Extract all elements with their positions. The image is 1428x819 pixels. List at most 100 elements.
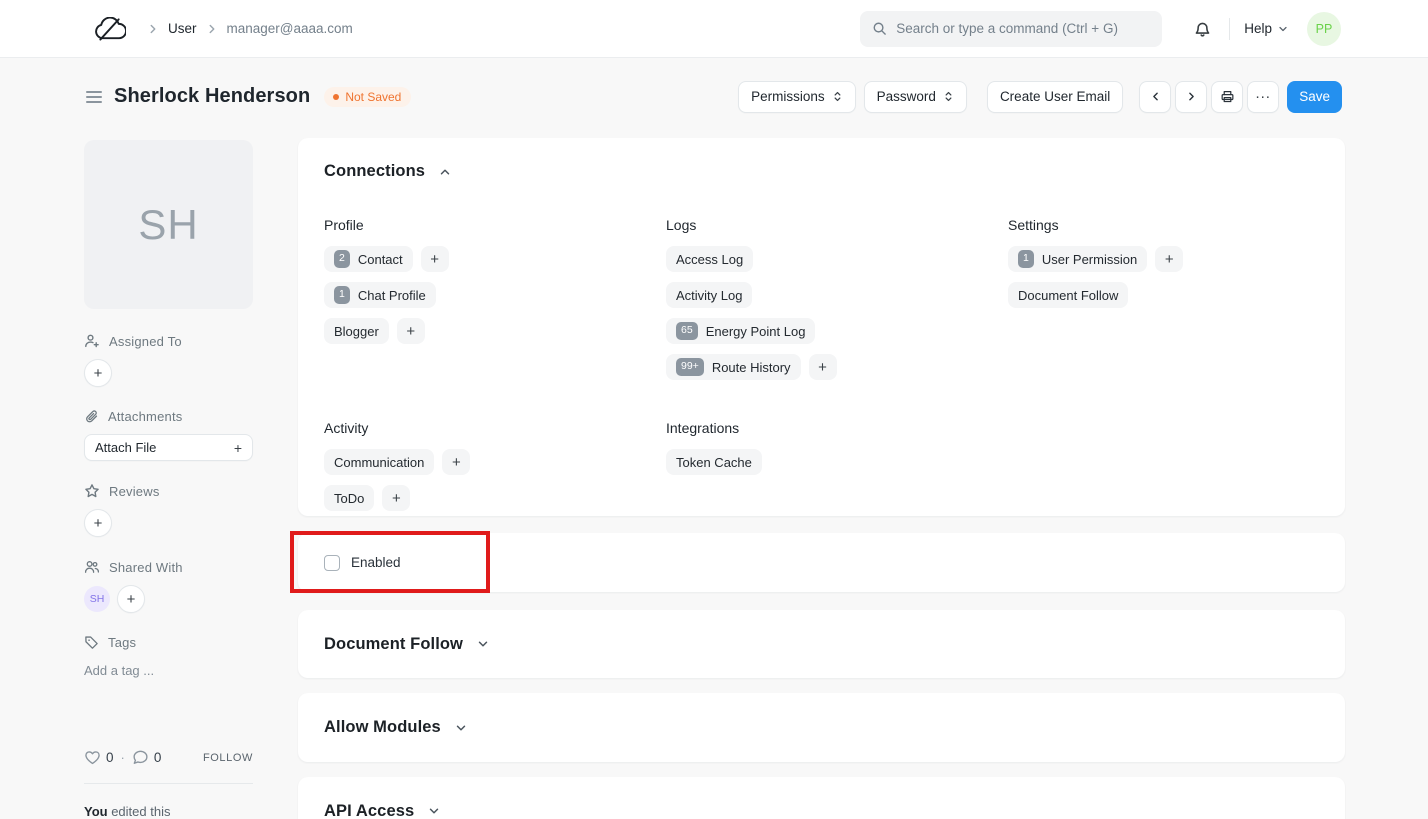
app-logo-icon[interactable] bbox=[93, 17, 126, 41]
breadcrumb-user-link[interactable]: User bbox=[168, 21, 197, 36]
global-search[interactable] bbox=[860, 11, 1162, 47]
create-user-email-button[interactable]: Create User Email bbox=[987, 81, 1123, 113]
document-link-label: User Permission bbox=[1042, 252, 1137, 267]
enabled-checkbox-label[interactable]: Enabled bbox=[351, 555, 401, 570]
document-link-label: Route History bbox=[712, 360, 791, 375]
document-link-user-permission[interactable]: 1 User Permission bbox=[1008, 246, 1147, 272]
select-chevrons-icon bbox=[832, 90, 843, 103]
document-link-row: 1Chat Profile bbox=[324, 282, 666, 308]
group-title: Profile bbox=[324, 217, 666, 233]
document-link-row: Blogger + bbox=[324, 318, 666, 344]
document-link-label: Communication bbox=[334, 455, 424, 470]
chevron-left-icon bbox=[1149, 90, 1162, 103]
document-link-blogger[interactable]: Blogger bbox=[324, 318, 389, 344]
add-communication-button[interactable]: + bbox=[442, 449, 470, 475]
document-link-label: Token Cache bbox=[676, 455, 752, 470]
document-link-energy-point-log[interactable]: 65Energy Point Log bbox=[666, 318, 815, 344]
document-link-token-cache[interactable]: Token Cache bbox=[666, 449, 762, 475]
last-edited-info: You edited this 2 months ago bbox=[84, 803, 253, 819]
add-user-permission-button[interactable]: + bbox=[1155, 246, 1183, 272]
add-tag-input[interactable] bbox=[84, 663, 234, 678]
help-label: Help bbox=[1244, 21, 1272, 36]
like-heart-button[interactable] bbox=[84, 749, 101, 766]
document-link-document-follow[interactable]: Document Follow bbox=[1008, 282, 1128, 308]
count-badge: 65 bbox=[676, 322, 698, 339]
chevron-down-icon bbox=[454, 721, 468, 735]
sidebar-divider bbox=[84, 783, 253, 784]
document-link-todo[interactable]: ToDo bbox=[324, 485, 374, 511]
shared-user-avatar[interactable]: SH bbox=[84, 586, 110, 612]
count-badge: 1 bbox=[334, 286, 350, 303]
document-link-access-log[interactable]: Access Log bbox=[666, 246, 753, 272]
comments-button[interactable] bbox=[132, 749, 149, 766]
connections-group-logs: Logs Access Log Activity Log 65Energy Point… bbox=[666, 217, 1008, 390]
document-link-row: 99+Route History + bbox=[666, 354, 1008, 380]
breadcrumb-chevron-icon bbox=[146, 22, 160, 36]
collapse-section-button[interactable] bbox=[436, 163, 454, 181]
document-link-row: ToDo + bbox=[324, 485, 666, 511]
connections-group-settings: Settings1User Permission+Document Follow bbox=[1008, 217, 1319, 390]
expand-section-button[interactable] bbox=[452, 719, 470, 737]
document-link-route-history[interactable]: 99+Route History bbox=[666, 354, 801, 380]
follow-button[interactable]: FOLLOW bbox=[203, 752, 253, 764]
add-blogger-button[interactable]: + bbox=[397, 318, 425, 344]
print-button[interactable] bbox=[1211, 81, 1243, 113]
document-link-label: Contact bbox=[358, 252, 403, 267]
document-link-contact[interactable]: 2Contact bbox=[324, 246, 413, 272]
password-button[interactable]: Password bbox=[864, 81, 967, 113]
add-route-history-button[interactable]: + bbox=[809, 354, 837, 380]
expand-section-button[interactable] bbox=[425, 802, 443, 819]
connections-section: Connections Profile 2Contact +1Chat Profil… bbox=[298, 138, 1345, 516]
search-icon bbox=[872, 21, 887, 36]
chevron-up-icon bbox=[438, 165, 452, 179]
status-dot-icon bbox=[333, 94, 339, 100]
connections-group-activity: ActivityCommunication+ToDo+ bbox=[324, 420, 666, 521]
add-assignment-button[interactable]: + bbox=[84, 359, 112, 387]
top-navbar: User manager@aaaa.com Help PP bbox=[0, 0, 1428, 58]
paperclip-icon bbox=[84, 409, 99, 424]
permissions-button[interactable]: Permissions bbox=[738, 81, 856, 113]
add-share-button[interactable]: + bbox=[117, 585, 145, 613]
attach-file-button[interactable]: Attach File + bbox=[84, 434, 253, 461]
user-image-placeholder[interactable]: SH bbox=[84, 140, 253, 309]
expand-section-button[interactable] bbox=[474, 635, 492, 653]
ellipsis-menu-button[interactable]: ... bbox=[1247, 81, 1279, 113]
add-contact-button[interactable]: + bbox=[421, 246, 449, 272]
document-link-row: Access Log bbox=[666, 246, 1008, 272]
document-link-label: Document Follow bbox=[1018, 288, 1118, 303]
document-link-communication[interactable]: Communication bbox=[324, 449, 434, 475]
plus-icon: + bbox=[234, 440, 242, 456]
user-avatar[interactable]: PP bbox=[1307, 12, 1341, 46]
connections-group-profile: Profile 2Contact +1Chat Profile Blogger + bbox=[324, 217, 666, 390]
document-link-row: Token Cache bbox=[666, 449, 1008, 475]
ellipsis-icon: ... bbox=[1255, 86, 1271, 107]
star-icon bbox=[84, 483, 100, 499]
next-document-button[interactable] bbox=[1175, 81, 1207, 113]
breadcrumb-document-link[interactable]: manager@aaaa.com bbox=[227, 21, 353, 36]
connections-section-title: Connections bbox=[324, 162, 425, 181]
save-button[interactable]: Save bbox=[1287, 81, 1342, 113]
page-title: Sherlock Henderson bbox=[114, 85, 310, 108]
search-input[interactable] bbox=[896, 21, 1150, 36]
assign-user-icon bbox=[84, 333, 100, 349]
document-link-row: 65Energy Point Log bbox=[666, 318, 1008, 344]
likes-count: 0 bbox=[106, 750, 114, 765]
enabled-checkbox[interactable] bbox=[324, 555, 340, 571]
notifications-bell-button[interactable] bbox=[1188, 14, 1217, 43]
count-badge: 1 bbox=[1018, 250, 1034, 267]
document-link-row: 2Contact + bbox=[324, 246, 666, 272]
previous-document-button[interactable] bbox=[1139, 81, 1171, 113]
chevron-down-icon bbox=[427, 804, 441, 818]
document-link-chat-profile[interactable]: 1Chat Profile bbox=[324, 282, 436, 308]
tags-section-label: Tags bbox=[84, 635, 253, 650]
group-title: Logs bbox=[666, 217, 1008, 233]
breadcrumb-chevron-icon bbox=[205, 22, 219, 36]
printer-icon bbox=[1220, 89, 1235, 104]
add-review-button[interactable]: + bbox=[84, 509, 112, 537]
section-title: API Access bbox=[324, 802, 414, 819]
add-todo-button[interactable]: + bbox=[382, 485, 410, 511]
document-link-activity-log[interactable]: Activity Log bbox=[666, 282, 752, 308]
help-menu-button[interactable]: Help bbox=[1244, 21, 1289, 36]
sidebar-toggle-menu-icon[interactable] bbox=[84, 88, 104, 106]
enabled-section: Enabled bbox=[298, 533, 1345, 592]
